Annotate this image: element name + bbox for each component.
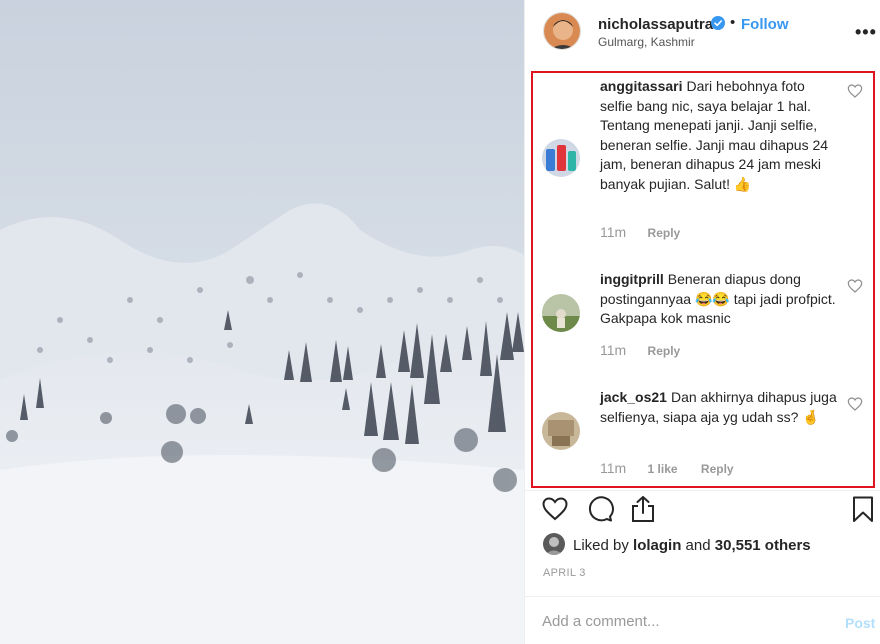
heart-icon[interactable] bbox=[847, 278, 863, 294]
heart-icon[interactable] bbox=[847, 396, 863, 412]
avatar-image bbox=[542, 139, 580, 177]
comment-body: Dari hebohnya foto selfie bang nic, saya… bbox=[600, 78, 829, 192]
comment-text: anggitassari Dari hebohnya foto selfie ba… bbox=[600, 77, 840, 194]
post-location[interactable]: Gulmarg, Kashmir bbox=[598, 35, 695, 49]
share-icon[interactable] bbox=[629, 495, 657, 523]
likes-text: Liked by lolagin and 30,551 others bbox=[573, 537, 811, 554]
author-avatar[interactable] bbox=[543, 12, 581, 50]
comment-text: jack_os21 Dan akhirnya dihapus juga selfi… bbox=[600, 388, 840, 427]
avatar-image bbox=[543, 533, 565, 555]
liker-avatar[interactable] bbox=[543, 533, 565, 555]
comment-text: inggitprill Beneran diapus dong postingan… bbox=[600, 270, 840, 329]
post-date[interactable]: APRIL 3 bbox=[543, 567, 586, 579]
heart-icon[interactable] bbox=[847, 83, 863, 99]
commenter-username[interactable]: anggitassari bbox=[600, 78, 682, 94]
comment-like-count[interactable]: 1 like bbox=[648, 462, 678, 476]
snowy-mountain-image bbox=[0, 0, 524, 644]
comment-meta: 11m Reply bbox=[600, 342, 680, 358]
commenter-avatar[interactable] bbox=[542, 294, 580, 332]
post-details-panel: nicholassaputra • Follow Gulmarg, Kashmi… bbox=[524, 0, 880, 644]
add-comment-bar: Post bbox=[525, 596, 880, 644]
comment-input[interactable] bbox=[542, 613, 812, 630]
commenter-avatar[interactable] bbox=[542, 412, 580, 450]
post-comment-button[interactable]: Post bbox=[845, 615, 875, 631]
commenter-avatar[interactable] bbox=[542, 139, 580, 177]
likes-prefix: Liked by bbox=[573, 537, 634, 554]
bookmark-icon[interactable] bbox=[849, 495, 877, 523]
commenter-username[interactable]: inggitprill bbox=[600, 271, 664, 287]
avatar-image bbox=[542, 294, 580, 332]
comment-meta: 11m Reply bbox=[600, 224, 680, 240]
comment-time: 11m bbox=[600, 460, 627, 476]
verified-badge-icon bbox=[711, 16, 725, 30]
liker-username[interactable]: lolagin bbox=[633, 537, 681, 554]
avatar-image bbox=[544, 13, 580, 49]
author-username[interactable]: nicholassaputra bbox=[598, 16, 713, 33]
comment-time: 11m bbox=[600, 224, 627, 240]
post-header: nicholassaputra • Follow Gulmarg, Kashmi… bbox=[525, 0, 880, 68]
avatar-image bbox=[542, 412, 580, 450]
comment-meta: 11m 1 like Reply bbox=[600, 460, 734, 476]
reply-button[interactable]: Reply bbox=[648, 344, 681, 358]
comments-section[interactable]: anggitassari Dari hebohnya foto selfie ba… bbox=[531, 71, 875, 488]
reply-button[interactable]: Reply bbox=[701, 462, 734, 476]
reply-button[interactable]: Reply bbox=[648, 226, 681, 240]
more-options-icon[interactable]: ••• bbox=[855, 22, 877, 43]
follow-button[interactable]: Follow bbox=[741, 16, 789, 33]
separator-dot: • bbox=[730, 14, 736, 31]
post-photo[interactable] bbox=[0, 0, 524, 644]
likes-count[interactable]: 30,551 others bbox=[715, 537, 811, 554]
heart-icon[interactable] bbox=[541, 495, 569, 523]
post-actions-bar bbox=[525, 490, 880, 530]
comment-icon[interactable] bbox=[586, 495, 614, 523]
likes-middle: and bbox=[681, 537, 715, 554]
commenter-username[interactable]: jack_os21 bbox=[600, 389, 667, 405]
comment-time: 11m bbox=[600, 342, 627, 358]
